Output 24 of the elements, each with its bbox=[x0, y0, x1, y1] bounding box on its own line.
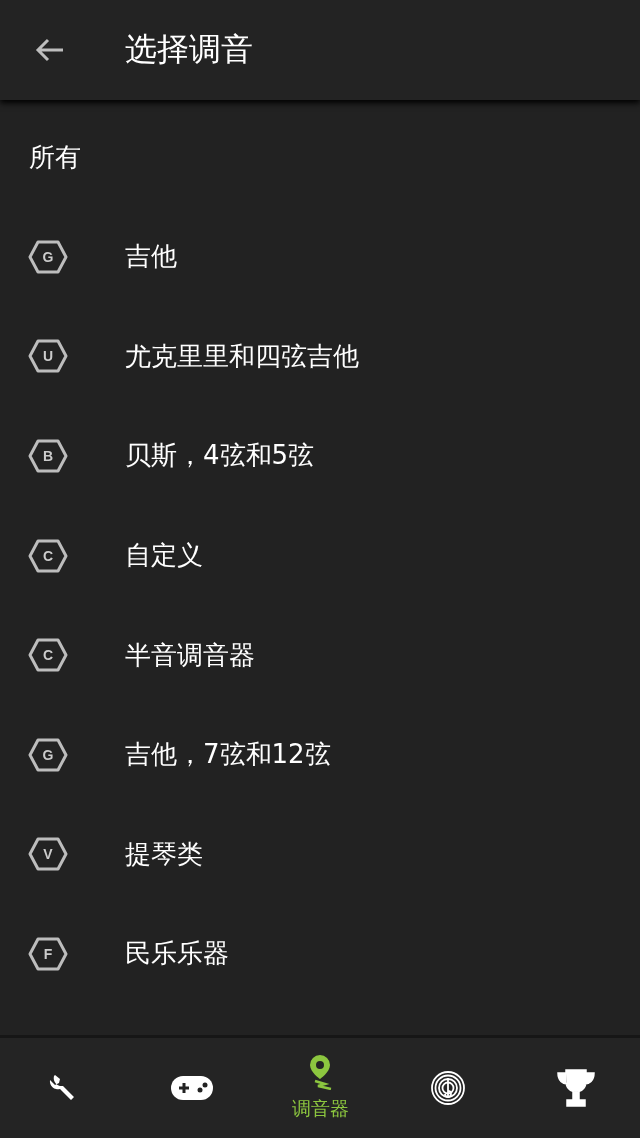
fingerprint-icon bbox=[430, 1070, 466, 1106]
tuning-item[interactable]: C 半音调音器 bbox=[0, 605, 640, 705]
gamepad-icon bbox=[170, 1074, 214, 1102]
hexagon-badge: F bbox=[28, 936, 68, 971]
tuning-item[interactable]: U 尤克里里和四弦吉他 bbox=[0, 306, 640, 407]
trophy-icon bbox=[555, 1068, 597, 1108]
screen-title: 选择调音 bbox=[125, 29, 253, 70]
map-pin-icon bbox=[307, 1054, 333, 1090]
hexagon-badge: U bbox=[28, 339, 68, 374]
hexagon-badge: C bbox=[28, 638, 68, 673]
hexagon-badge: G bbox=[28, 737, 68, 772]
section-heading: 所有 bbox=[28, 140, 82, 174]
tuning-item[interactable]: V 提琴类 bbox=[0, 804, 640, 905]
hexagon-badge: G bbox=[28, 239, 68, 274]
tuning-item[interactable]: G 吉他 bbox=[0, 207, 640, 307]
nav-tab[interactable]: 调音器 bbox=[256, 1038, 384, 1138]
hexagon-badge: C bbox=[28, 538, 68, 573]
hexagon-badge: V bbox=[28, 837, 68, 872]
hexagon-badge: B bbox=[28, 439, 68, 473]
tuning-item[interactable]: F 民乐乐器 bbox=[0, 904, 640, 1004]
tuning-item[interactable]: C 自定义 bbox=[0, 505, 640, 606]
tuning-item[interactable]: G 吉他，7弦和12弦 bbox=[0, 704, 640, 805]
tuning-item[interactable]: B 贝斯，4弦和5弦 bbox=[0, 406, 640, 506]
back-arrow-icon[interactable] bbox=[35, 38, 65, 62]
